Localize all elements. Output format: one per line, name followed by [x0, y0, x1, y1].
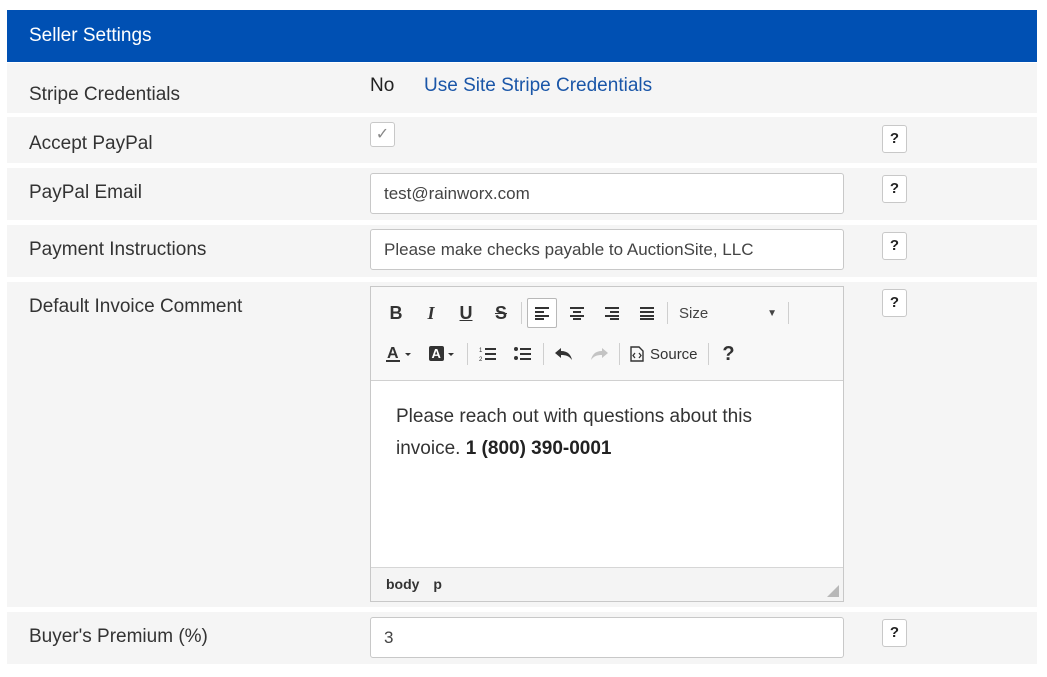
accept-paypal-label: Accept PayPal — [29, 133, 153, 154]
stripe-credentials-label: Stripe Credentials — [29, 84, 181, 105]
toolbar-separator — [667, 302, 668, 324]
editor-statusbar: body p — [371, 567, 843, 601]
help-button-buyers-premium[interactable]: ? — [882, 619, 907, 647]
align-right-icon — [605, 307, 619, 320]
invoice-comment-phone: 1 (800) 390-0001 — [465, 438, 612, 459]
editor-help-button[interactable]: ? — [714, 339, 744, 369]
paypal-email-input[interactable]: test@rainworx.com — [370, 173, 844, 214]
element-path-p[interactable]: p — [433, 576, 442, 592]
underline-icon: U — [459, 302, 473, 323]
toolbar-row-2: A A 12 Source ? — [381, 338, 749, 370]
row-accept-paypal: Accept PayPal ✓ ? — [7, 117, 1037, 163]
resize-handle-icon[interactable] — [827, 585, 839, 597]
bold-button[interactable]: B — [381, 298, 411, 328]
element-path-body[interactable]: body — [386, 576, 419, 592]
align-justify-icon — [640, 307, 654, 320]
help-button-paypal-email[interactable]: ? — [882, 175, 907, 203]
chevron-down-icon: ▼ — [767, 307, 777, 319]
editor-content[interactable]: Please reach out with questions about th… — [371, 381, 843, 567]
undo-icon — [555, 348, 572, 360]
underline-button[interactable]: U — [451, 298, 481, 328]
numbered-list-icon: 12 — [479, 348, 496, 362]
align-left-button[interactable] — [527, 298, 557, 328]
text-color-icon: A — [386, 345, 411, 362]
source-icon — [630, 346, 644, 362]
panel-title: Seller Settings — [7, 10, 1037, 62]
row-default-invoice-comment: Default Invoice Comment ? B I U S Size ▼… — [7, 282, 1037, 607]
background-color-button[interactable]: A — [424, 339, 462, 369]
invoice-comment-label: Default Invoice Comment — [29, 296, 243, 317]
toolbar-separator — [467, 343, 468, 365]
paypal-email-label: PayPal Email — [29, 182, 142, 203]
row-buyers-premium: Buyer's Premium (%) 3 ? — [7, 612, 1037, 664]
redo-button[interactable] — [584, 339, 614, 369]
help-button-payment-instructions[interactable]: ? — [882, 232, 907, 260]
editor-toolbar: B I U S Size ▼ A A 1 2 Source ? — [371, 287, 843, 381]
svg-text:1: 1 — [479, 348, 483, 354]
use-site-stripe-link[interactable]: Use Site Stripe Credentials — [424, 75, 652, 97]
numbered-list-button[interactable]: 12 — [473, 339, 503, 369]
italic-button[interactable]: I — [416, 298, 446, 328]
seller-settings-panel: Seller Settings — [7, 10, 1037, 62]
payment-instructions-input[interactable]: Please make checks payable to AuctionSit… — [370, 229, 844, 270]
svg-text:A: A — [432, 346, 442, 361]
background-color-icon: A — [429, 346, 454, 361]
font-size-label: Size — [679, 304, 709, 322]
buyers-premium-label: Buyer's Premium (%) — [29, 626, 208, 647]
toolbar-row-1: B I U S Size ▼ — [381, 297, 794, 329]
bulleted-list-icon — [514, 347, 531, 360]
text-color-button[interactable]: A — [381, 339, 419, 369]
stripe-credentials-value: No — [370, 75, 395, 96]
toolbar-separator — [788, 302, 789, 324]
strikethrough-button[interactable]: S — [486, 298, 516, 328]
align-left-icon — [535, 307, 549, 320]
svg-text:2: 2 — [479, 357, 483, 362]
font-size-select[interactable]: Size ▼ — [673, 298, 783, 328]
svg-text:A: A — [387, 345, 399, 362]
source-button[interactable]: Source — [625, 339, 703, 369]
buyers-premium-input[interactable]: 3 — [370, 617, 844, 658]
source-label: Source — [650, 345, 698, 363]
row-stripe-credentials: Stripe Credentials No Use Site Stripe Cr… — [7, 63, 1037, 113]
strikethrough-icon: S — [494, 302, 507, 323]
toolbar-separator — [521, 302, 522, 324]
accept-paypal-checkbox[interactable]: ✓ — [370, 122, 395, 147]
align-justify-button[interactable] — [632, 298, 662, 328]
align-center-button[interactable] — [562, 298, 592, 328]
toolbar-separator — [619, 343, 620, 365]
align-center-icon — [570, 307, 584, 320]
rich-text-editor: B I U S Size ▼ A A 1 2 Source ? Please r… — [370, 286, 844, 602]
help-button-invoice-comment[interactable]: ? — [882, 289, 907, 317]
toolbar-separator — [543, 343, 544, 365]
row-payment-instructions: Payment Instructions Please make checks … — [7, 225, 1037, 277]
payment-instructions-label: Payment Instructions — [29, 239, 207, 260]
bulleted-list-button[interactable] — [508, 339, 538, 369]
bold-icon: B — [389, 302, 403, 323]
row-paypal-email: PayPal Email test@rainworx.com ? — [7, 168, 1037, 220]
redo-icon — [591, 348, 608, 360]
toolbar-separator — [707, 343, 709, 365]
undo-button[interactable] — [549, 339, 579, 369]
question-icon: ? — [722, 342, 735, 365]
align-right-button[interactable] — [597, 298, 627, 328]
check-icon: ✓ — [375, 126, 390, 143]
italic-icon: I — [427, 302, 435, 323]
help-button-accept-paypal[interactable]: ? — [882, 125, 907, 153]
